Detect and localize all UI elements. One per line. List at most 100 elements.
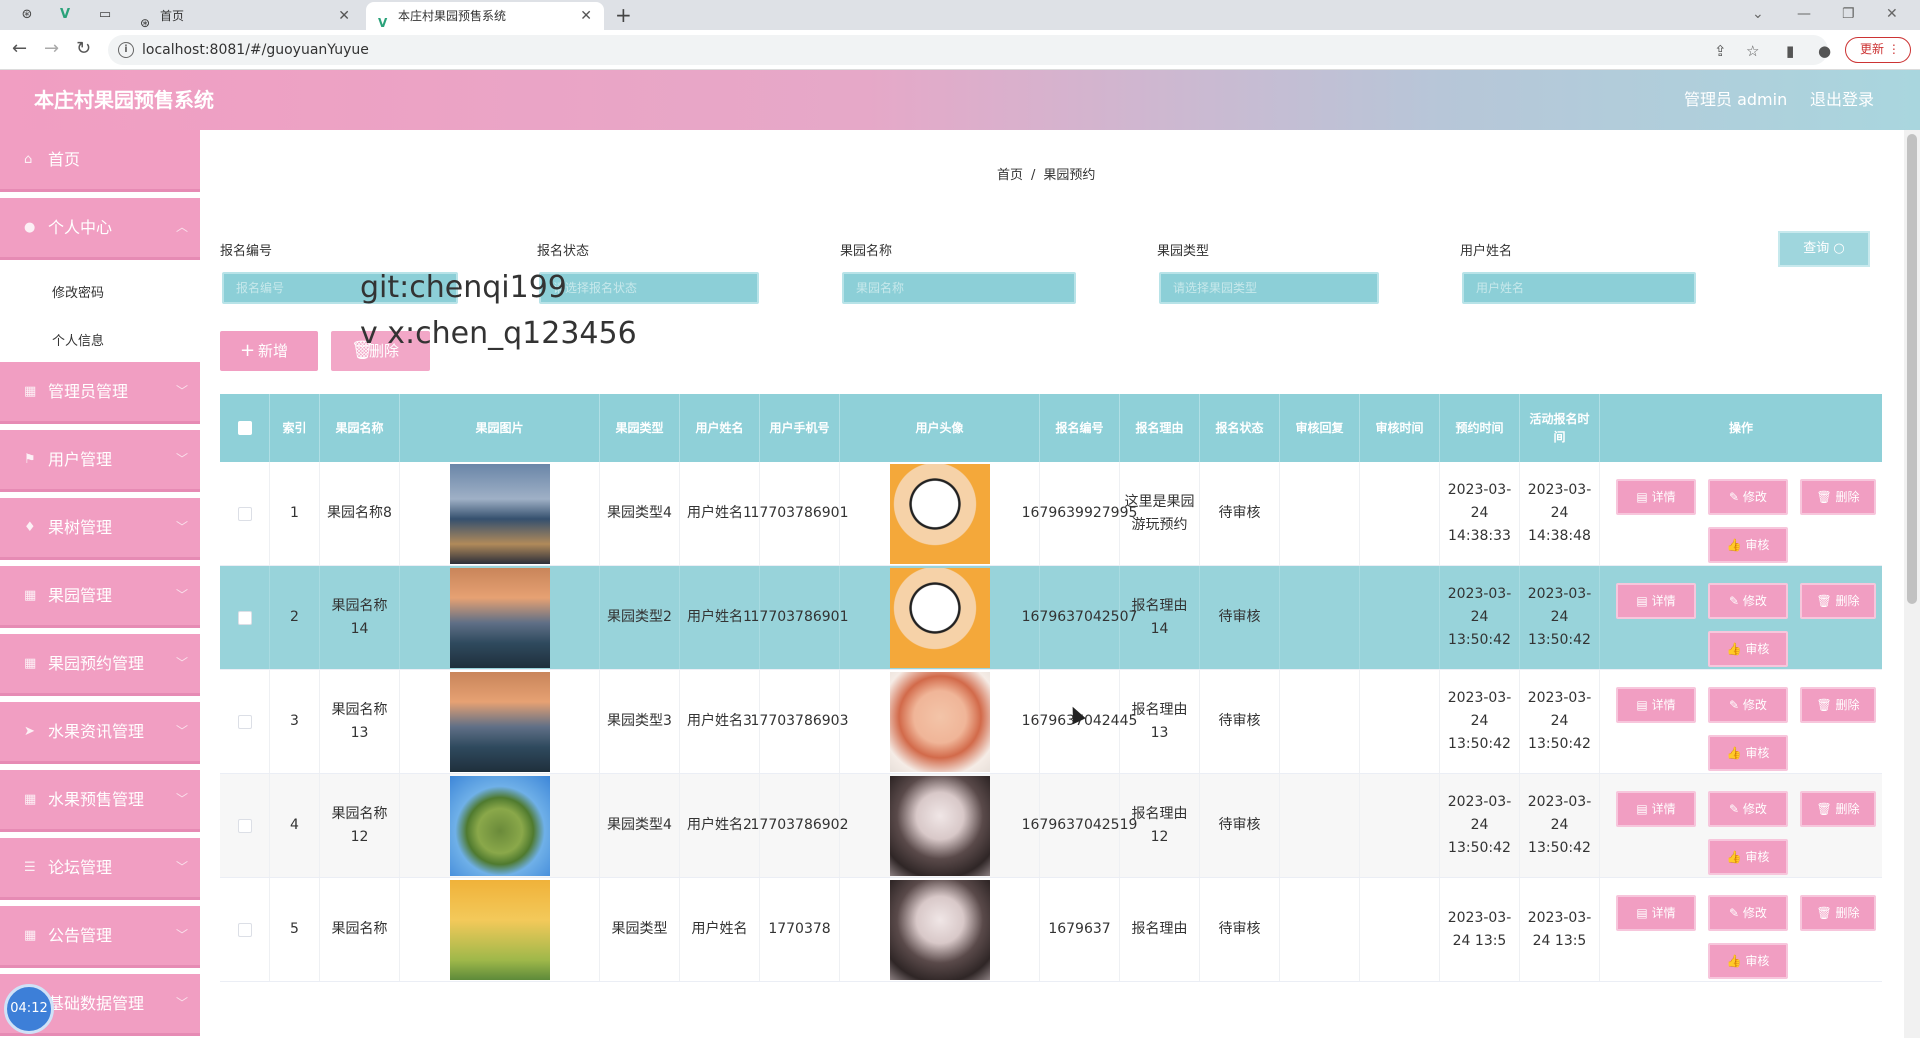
sidebar-item-admin[interactable]: ▦ 管理员管理 ﹀ [0, 362, 200, 424]
user-icon: ● [24, 220, 36, 235]
edit-button[interactable]: ✎ 修改 [1708, 895, 1788, 931]
profile-icon[interactable]: ● [1818, 42, 1831, 60]
logout-link[interactable]: 退出登录 [1810, 70, 1874, 130]
back-icon[interactable]: ← [12, 38, 27, 60]
search-button[interactable]: 查询 ○ [1778, 231, 1870, 267]
tab-app[interactable]: V 本庄村果园预售系统 ✕ [366, 2, 604, 30]
audit-button-label: 审核 [1745, 538, 1770, 552]
orchard-image[interactable] [449, 775, 550, 876]
page-scrollbar[interactable] [1904, 130, 1920, 1038]
update-button[interactable]: 更新 ⋮ [1845, 37, 1911, 63]
detail-button[interactable]: ▤ 详情 [1616, 479, 1696, 515]
sidebar-item-forum[interactable]: ☰ 论坛管理 ﹀ [0, 838, 200, 900]
tab-home[interactable]: ⊛ 首页 ✕ [128, 2, 362, 30]
cell-index: 5 [270, 878, 320, 981]
table-row[interactable]: 1 果园名称8 果园类型4 用户姓名1 17703786901 1679639927995… [220, 462, 1882, 566]
cell-audit-time [1360, 670, 1440, 773]
orchard-image[interactable] [449, 671, 550, 772]
table-row[interactable]: 3 果园名称13 果园类型3 用户姓名3 17703786903 167963704244… [220, 670, 1882, 774]
chevron-down-icon[interactable]: ⌄ [1752, 0, 1764, 28]
delete-button[interactable]: 🗑 删除 [1800, 479, 1876, 515]
audit-button[interactable]: 👍 审核 [1708, 527, 1788, 563]
audit-button[interactable]: 👍 审核 [1708, 943, 1788, 979]
user-avatar[interactable] [889, 567, 990, 668]
vue-tab-icon[interactable]: V [56, 6, 74, 24]
audit-button[interactable]: 👍 审核 [1708, 839, 1788, 875]
sidebar-item-personal[interactable]: ● 个人中心 ︿ [0, 198, 200, 260]
info-icon[interactable]: i [118, 42, 134, 58]
delete-button[interactable]: 🗑 删除 [1800, 583, 1876, 619]
user-avatar[interactable] [889, 463, 990, 564]
edit-button[interactable]: ✎ 修改 [1708, 791, 1788, 827]
col-user-phone: 用户手机号 [760, 394, 840, 462]
edit-button[interactable]: ✎ 修改 [1708, 583, 1788, 619]
trash-icon: 🗑 [1816, 490, 1836, 504]
orchard-image[interactable] [449, 567, 550, 668]
reload-icon[interactable]: ↻ [76, 38, 91, 60]
status-select[interactable]: 请选择报名状态 [539, 272, 759, 304]
audit-button[interactable]: 👍 审核 [1708, 735, 1788, 771]
orchard-name-input[interactable]: 果园名称 [842, 272, 1076, 304]
detail-button[interactable]: ▤ 详情 [1616, 687, 1696, 723]
breadcrumb-home[interactable]: 首页 [997, 168, 1023, 183]
user-name-input[interactable]: 用户姓名 [1462, 272, 1696, 304]
orchard-image[interactable] [449, 463, 550, 564]
sidebar-item-trees[interactable]: ♦ 果树管理 ﹀ [0, 498, 200, 560]
row-checkbox[interactable] [237, 506, 252, 521]
scrollbar-thumb[interactable] [1907, 134, 1917, 604]
minimize-icon[interactable]: — [1797, 0, 1811, 28]
url-text: localhost:8081/#/guoyuanYuyue [142, 42, 369, 58]
bulb-icon: ♦ [24, 520, 36, 535]
forward-icon[interactable]: → [44, 38, 59, 60]
sidebar-item-notice[interactable]: ▦ 公告管理 ﹀ [0, 906, 200, 968]
sidebar-item-change-password[interactable]: 修改密码 [52, 282, 104, 301]
orchard-type-select[interactable]: 请选择果园类型 [1159, 272, 1379, 304]
browser-globe-icon[interactable]: ⊛ [18, 6, 36, 24]
row-checkbox[interactable] [237, 818, 252, 833]
cell-audit-time [1360, 774, 1440, 877]
detail-button[interactable]: ▤ 详情 [1616, 895, 1696, 931]
add-button[interactable]: + 新增 [220, 331, 318, 371]
sidebar-item-bookings[interactable]: ▦ 果园预约管理 ﹀ [0, 634, 200, 696]
delete-button[interactable]: 🗑 删除 [1800, 687, 1876, 723]
share-icon[interactable]: ⇪ [1714, 42, 1727, 60]
row-checkbox[interactable] [237, 922, 252, 937]
sidebar-item-users[interactable]: ⚑ 用户管理 ﹀ [0, 430, 200, 492]
sidebar-item-presale[interactable]: ▦ 水果预售管理 ﹀ [0, 770, 200, 832]
edit-button[interactable]: ✎ 修改 [1708, 479, 1788, 515]
audit-button[interactable]: 👍 审核 [1708, 631, 1788, 667]
orchard-image[interactable] [449, 879, 550, 980]
restore-icon[interactable]: ❐ [1842, 0, 1855, 28]
blank-tab-icon[interactable]: ▭ [96, 6, 114, 24]
sidebar-item-news[interactable]: ➤ 水果资讯管理 ﹀ [0, 702, 200, 764]
window-close-icon[interactable]: ✕ [1886, 0, 1898, 28]
chevron-down-icon: ﹀ [175, 860, 188, 874]
table-row[interactable]: 2 果园名称14 果园类型2 用户姓名1 17703786901 167963704250… [220, 566, 1882, 670]
row-checkbox[interactable] [237, 610, 252, 625]
user-avatar[interactable] [889, 879, 990, 980]
table-row[interactable]: 5 果园名称 果园类型 用户姓名 1770378 1679637 报名理由 待审核 2023-0… [220, 878, 1882, 982]
user-avatar[interactable] [889, 671, 990, 772]
close-icon[interactable]: ✕ [580, 2, 592, 30]
address-bar[interactable]: i localhost:8081/#/guoyuanYuyue [108, 35, 1828, 65]
delete-button[interactable]: 🗑 删除 [1800, 791, 1876, 827]
cell-activity-time: 2023-03-24 13:50:42 [1520, 774, 1600, 877]
user-avatar[interactable] [889, 775, 990, 876]
list-icon: ☰ [24, 860, 36, 875]
sidepanel-icon[interactable]: ▮ [1786, 42, 1794, 60]
close-icon[interactable]: ✕ [338, 2, 350, 30]
cell-index: 2 [270, 566, 320, 669]
detail-button[interactable]: ▤ 详情 [1616, 791, 1696, 827]
sidebar-item-orchards[interactable]: ▦ 果园管理 ﹀ [0, 566, 200, 628]
edit-button[interactable]: ✎ 修改 [1708, 687, 1788, 723]
table-row[interactable]: 4 果园名称12 果园类型4 用户姓名2 17703786902 167963704251… [220, 774, 1882, 878]
sidebar-item-profile[interactable]: 个人信息 [52, 330, 104, 349]
sidebar-item-home[interactable]: ⌂ 首页 [0, 130, 200, 192]
detail-button[interactable]: ▤ 详情 [1616, 583, 1696, 619]
bookmark-star-icon[interactable]: ☆ [1746, 42, 1759, 60]
cell-orchard-image [400, 878, 600, 981]
new-tab-button[interactable]: + [615, 0, 632, 30]
delete-button[interactable]: 🗑 删除 [1800, 895, 1876, 931]
select-all-checkbox[interactable] [237, 421, 252, 435]
row-checkbox[interactable] [237, 714, 252, 729]
